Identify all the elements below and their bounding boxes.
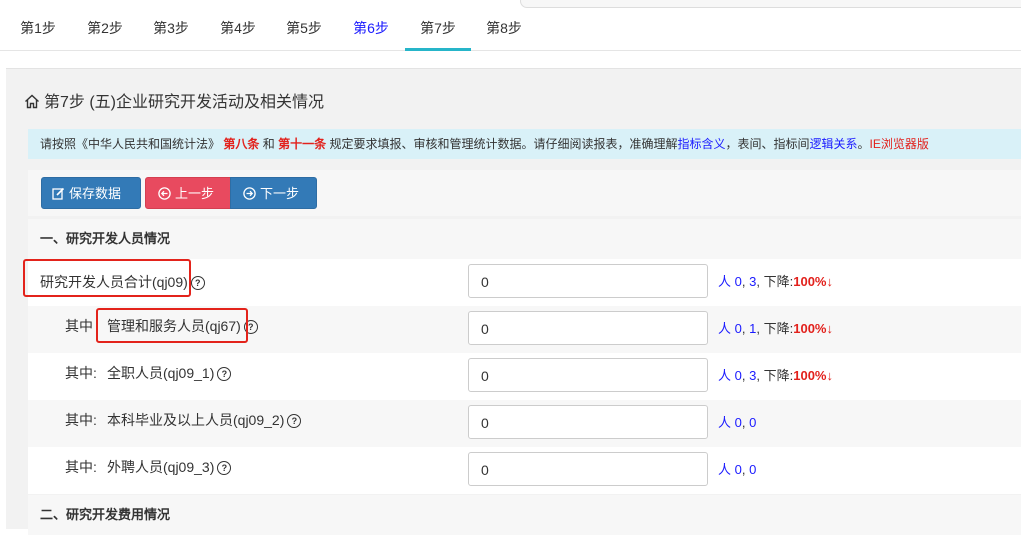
unit-text: 人 (718, 274, 732, 289)
circle-left-arrow-icon (158, 187, 171, 200)
unit-text: 人 (718, 415, 732, 430)
drop-label: 下降: (763, 321, 794, 336)
section-rd-personnel: 一、研究开发人员情况 (28, 219, 1021, 259)
qj67-input[interactable]: 0 (468, 311, 708, 345)
logic-relation-link[interactable]: 逻辑关系 (809, 137, 857, 151)
row-prefix: 其中: (65, 459, 97, 475)
tab-step-3[interactable]: 第3步 (141, 10, 201, 48)
prev-button-label: 上一步 (175, 186, 215, 201)
tab-step-4[interactable]: 第4步 (208, 10, 268, 48)
help-icon[interactable]: ? (287, 414, 302, 428)
drop-percent: 100% (793, 368, 827, 383)
separator: , (741, 274, 746, 289)
separator: , (756, 274, 760, 289)
separator: , (756, 321, 760, 336)
qj09-2-input[interactable]: 0 (468, 405, 708, 439)
row-label-text: 外聘人员(qj09_3) (107, 459, 215, 475)
current-value: 0 (734, 274, 742, 289)
notice-text-2: 规定要求填报、审核和管理统计数据。请仔细阅读报表，准确理解 (329, 137, 678, 151)
current-value: 0 (734, 415, 742, 430)
help-icon[interactable]: ? (217, 367, 232, 381)
separator: , (741, 415, 746, 430)
unit-text: 人 (718, 368, 732, 383)
separator: , (741, 462, 746, 477)
drop-label: 下降: (763, 274, 794, 289)
circle-right-arrow-icon (243, 187, 256, 200)
tab-step-1[interactable]: 第1步 (8, 10, 68, 48)
home-icon (24, 94, 40, 114)
tab-step-2[interactable]: 第2步 (75, 10, 135, 48)
down-arrow-icon: ↓ (826, 321, 833, 336)
step-tabs: 第1步 第2步 第3步 第4步 第5步 第6步 第7步 第8步 (0, 10, 1021, 51)
notice-text-1: 请按照《中华人民共和国统计法》 (40, 137, 221, 151)
drop-percent: 100% (793, 274, 827, 289)
row-label-text: 全职人员(qj09_1) (107, 365, 215, 381)
law-article-8: 第八条 (223, 137, 260, 151)
prev-step-button[interactable]: 上一步 (145, 177, 231, 209)
help-icon[interactable]: ? (217, 461, 232, 475)
unit-text: 人 (718, 321, 732, 336)
row-comparison: 人 0, 3, 下降:100%↓ (718, 271, 833, 290)
drop-label: 下降: (763, 368, 794, 383)
row-label: 全职人员(qj09_1)? (107, 353, 232, 400)
save-data-button[interactable]: 保存数据 (41, 177, 141, 209)
notice-and: 和 (262, 137, 275, 151)
tab-step-8[interactable]: 第8步 (474, 10, 534, 48)
notice-bar: 请按照《中华人民共和国统计法》 第八条 和 第十一条 规定要求填报、审核和管理统… (28, 129, 1021, 159)
next-button-label: 下一步 (260, 186, 300, 201)
tab-step-5[interactable]: 第5步 (274, 10, 334, 48)
page-title-text: 第7步 (五)企业研究开发活动及相关情况 (44, 94, 325, 111)
page-title: 第7步 (五)企业研究开发活动及相关情况 (24, 88, 324, 114)
row-comparison: 人 0, 0 (718, 412, 756, 431)
row-prefix: 其中 (65, 318, 93, 334)
current-value: 0 (734, 321, 742, 336)
save-button-label: 保存数据 (69, 186, 122, 201)
law-article-11: 第十一条 (278, 137, 327, 151)
section-rd-expenses: 二、研究开发费用情况 (28, 495, 1021, 535)
current-value: 0 (734, 462, 742, 477)
drop-percent: 100% (793, 321, 827, 336)
help-icon[interactable]: ? (190, 276, 205, 290)
row-label: 外聘人员(qj09_3)? (107, 447, 232, 494)
current-value: 0 (734, 368, 742, 383)
row-prefix: 其中: (65, 365, 97, 381)
top-edge (0, 0, 1021, 10)
notice-text-4: 。 (857, 137, 870, 151)
highlight-box (96, 308, 248, 343)
tab-step-7[interactable]: 第7步 (405, 10, 471, 51)
edit-icon (52, 187, 65, 200)
notice-text-3: ，表间、指标间 (725, 137, 810, 151)
address-bar-fragment (520, 0, 1021, 8)
down-arrow-icon: ↓ (826, 274, 833, 289)
qj09-input[interactable]: 0 (468, 264, 708, 298)
qj09-1-input[interactable]: 0 (468, 358, 708, 392)
previous-value: 0 (749, 462, 757, 477)
row-comparison: 人 0, 0 (718, 459, 756, 478)
down-arrow-icon: ↓ (826, 368, 833, 383)
separator: , (741, 321, 746, 336)
row-label-text: 本科毕业及以上人员(qj09_2) (107, 412, 285, 428)
tab-step-6[interactable]: 第6步 (341, 10, 401, 48)
highlight-box (23, 259, 191, 297)
row-label: 本科毕业及以上人员(qj09_2)? (107, 400, 302, 447)
indicator-meaning-link[interactable]: 指标含义 (677, 137, 725, 151)
separator: , (741, 368, 746, 383)
qj09-3-input[interactable]: 0 (468, 452, 708, 486)
separator: , (756, 368, 760, 383)
ie-browser-link[interactable]: IE浏览器版 (870, 137, 929, 151)
previous-value: 0 (749, 415, 757, 430)
row-comparison: 人 0, 3, 下降:100%↓ (718, 365, 833, 384)
row-prefix: 其中: (65, 412, 97, 428)
next-step-button[interactable]: 下一步 (230, 177, 317, 209)
unit-text: 人 (718, 462, 732, 477)
row-comparison: 人 0, 1, 下降:100%↓ (718, 318, 833, 337)
